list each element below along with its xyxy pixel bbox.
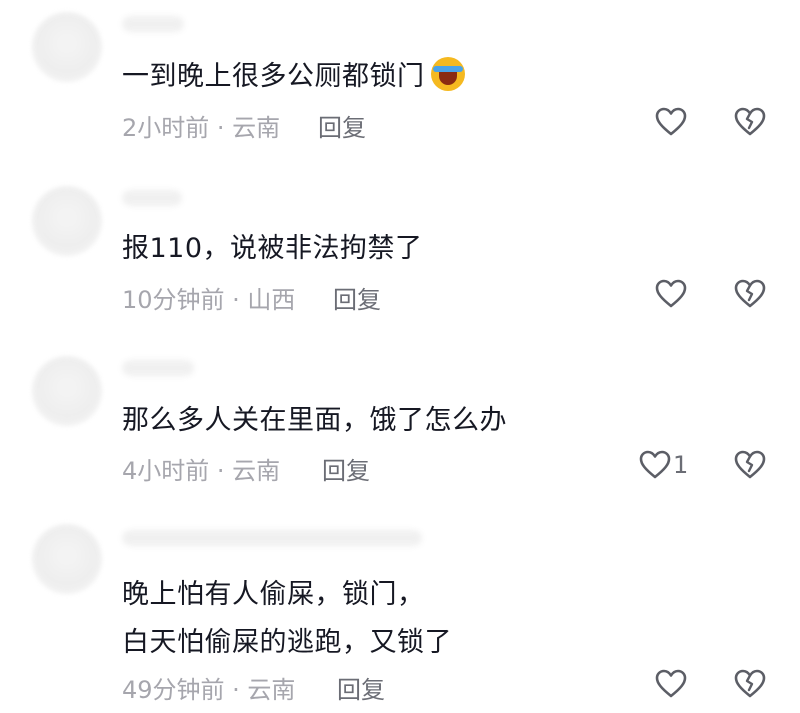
username-blurred[interactable] <box>122 16 184 32</box>
broken-heart-outline-icon <box>734 107 766 136</box>
comment-text-line: 一到晚上很多公厕都锁门 <box>122 61 425 92</box>
comment-text-line: 晚上怕有人偷屎，锁门， <box>122 579 425 610</box>
dislike-button[interactable] <box>734 669 766 699</box>
dislike-button[interactable] <box>734 450 766 480</box>
broken-heart-outline-icon <box>734 279 766 308</box>
heart-outline-icon <box>655 669 687 699</box>
comment-text: 一到晚上很多公厕都锁门 <box>122 54 465 93</box>
dislike-button[interactable] <box>734 279 766 309</box>
comment-meta: 2小时前 · 云南 <box>122 114 281 142</box>
comment-text: 那么多人关在里面，饿了怎么办 <box>122 405 507 436</box>
like-count: 1 <box>673 451 689 479</box>
avatar[interactable] <box>32 356 102 426</box>
avatar[interactable] <box>32 12 102 82</box>
like-button[interactable] <box>655 667 689 701</box>
reply-button[interactable]: 回复 <box>318 108 366 143</box>
comment-text-line: 白天怕偷屎的逃跑，又锁了 <box>122 627 452 658</box>
like-button[interactable]: 1 <box>639 448 688 482</box>
username-blurred[interactable] <box>122 360 194 376</box>
broken-heart-outline-icon <box>734 669 766 698</box>
loudly-crying-face-emoji-icon <box>430 57 465 91</box>
reply-button[interactable]: 回复 <box>337 670 385 705</box>
comment-text: 报110，说被非法拘禁了 <box>122 233 423 264</box>
comment-meta: 10分钟前 · 山西 <box>122 286 296 314</box>
heart-outline-icon <box>655 279 687 309</box>
comment-meta: 4小时前 · 云南 <box>122 457 281 485</box>
avatar[interactable] <box>32 524 102 594</box>
broken-heart-outline-icon <box>734 450 766 479</box>
username-blurred[interactable] <box>122 530 422 546</box>
reply-button[interactable]: 回复 <box>322 451 370 486</box>
like-button[interactable] <box>655 277 689 311</box>
avatar[interactable] <box>32 186 102 256</box>
dislike-button[interactable] <box>734 107 766 137</box>
reply-button[interactable]: 回复 <box>333 280 381 315</box>
heart-outline-icon <box>655 107 687 137</box>
username-blurred[interactable] <box>122 190 182 206</box>
comment-meta: 49分钟前 · 云南 <box>122 676 296 704</box>
like-button[interactable] <box>655 105 689 139</box>
heart-outline-icon <box>639 450 671 480</box>
